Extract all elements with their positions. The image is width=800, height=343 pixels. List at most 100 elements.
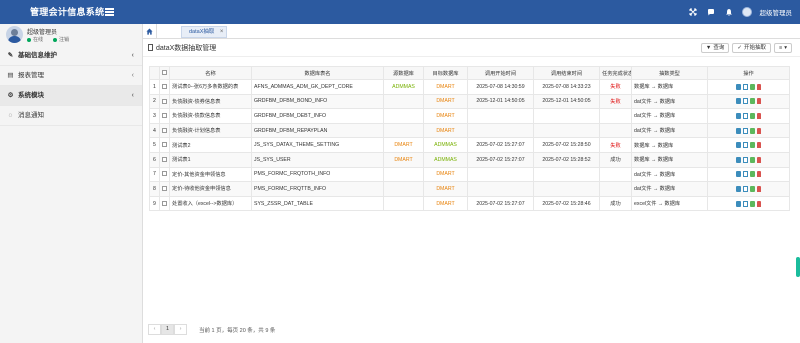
view-icon[interactable] (736, 127, 741, 134)
detail-icon[interactable] (743, 127, 748, 134)
select-all-checkbox[interactable] (159, 66, 170, 80)
edit-icon[interactable] (750, 185, 755, 192)
row-checkbox[interactable] (159, 166, 170, 183)
delete-icon[interactable] (757, 156, 761, 163)
delete-icon[interactable] (757, 171, 761, 178)
delete-icon[interactable] (757, 185, 761, 192)
row-type: dat文件 → 数据库 (631, 122, 708, 139)
bell-icon[interactable] (724, 7, 734, 17)
edit-icon[interactable] (750, 98, 755, 105)
row-checkbox[interactable] (159, 137, 170, 153)
detail-icon[interactable] (743, 98, 748, 105)
menu-toggle-icon[interactable] (105, 8, 114, 16)
page-1-button[interactable]: 1 (161, 324, 174, 335)
row-checkbox[interactable] (159, 79, 170, 95)
col-type[interactable]: 抽数类型 (631, 66, 708, 80)
row-name: 测试表0--张6万多条数据的表 (169, 79, 252, 95)
detail-icon[interactable] (743, 156, 748, 163)
table-row[interactable]: 6 测试表1 JS_SYS_USER DMART ADMMAS 2025-07-02 15… (149, 151, 790, 168)
row-type: dat文件 → 数据库 (631, 181, 708, 197)
delete-icon[interactable] (757, 127, 761, 134)
more-menu-button[interactable]: ≡ ▾ (774, 43, 792, 53)
col-table[interactable]: 数据库表名 (251, 66, 384, 80)
row-checkbox[interactable] (159, 108, 170, 124)
table-row[interactable]: 1 测试表0--张6万多条数据的表 AFNS_ADMMAS_ADM_GK_DEPT_… (149, 79, 790, 95)
table-row[interactable]: 3 负债融资-债款信息表 GRDFBM_DFBM_DEBT_INFO DMART dat… (149, 108, 790, 124)
online-dot-icon (27, 37, 31, 42)
app-title: 管理会计信息系统 (30, 7, 105, 17)
home-tab[interactable] (143, 24, 157, 39)
table-row[interactable]: 4 负债融资-计划信息表 GRDFBM_DFBM_REPAYPLAN DMART dat… (149, 122, 790, 139)
detail-icon[interactable] (743, 200, 748, 207)
view-icon[interactable] (736, 83, 741, 90)
view-icon[interactable] (736, 156, 741, 163)
next-page-button[interactable]: › (174, 324, 187, 335)
detail-icon[interactable] (743, 112, 748, 119)
col-start[interactable]: 调用开始时间 (467, 66, 534, 80)
row-checkbox[interactable] (159, 195, 170, 212)
start-extract-button[interactable]: ✓ 开始抽取 (732, 43, 772, 53)
row-checkbox[interactable] (159, 181, 170, 197)
sidebar-item-reports[interactable]: ▤ 报表管理 ‹ (0, 66, 142, 86)
row-status (599, 181, 632, 197)
col-dst[interactable]: 目标数据库 (423, 66, 468, 80)
view-icon[interactable] (736, 171, 741, 178)
col-status[interactable]: 任务完成状态 (599, 66, 632, 80)
edit-icon[interactable] (750, 83, 755, 90)
edit-icon[interactable] (750, 171, 755, 178)
delete-icon[interactable] (757, 98, 761, 105)
scroll-indicator[interactable] (796, 257, 800, 277)
expand-icon[interactable] (688, 7, 698, 17)
row-table-name: PMS_FORMC_FRQTOTH_INFO (251, 166, 384, 183)
detail-icon[interactable] (743, 185, 748, 192)
row-checkbox[interactable] (159, 122, 170, 139)
row-target-db: DMART (423, 93, 468, 110)
main-content: dataX数据抽取管理 ▼ 查询 ✓ 开始抽取 ≡ ▾ 名称 数据库表名 源数据… (143, 39, 800, 343)
edit-icon[interactable] (750, 127, 755, 134)
row-checkbox[interactable] (159, 151, 170, 168)
detail-icon[interactable] (743, 142, 748, 149)
col-end[interactable]: 调用结束时间 (533, 66, 600, 80)
chat-icon[interactable] (706, 7, 716, 17)
row-table-name: SYS_ZSSR_DAT_TABLE (251, 195, 384, 212)
view-icon[interactable] (736, 200, 741, 207)
row-source-db: ADMMAS (383, 79, 424, 95)
view-icon[interactable] (736, 185, 741, 192)
table-row[interactable]: 9 处置收入（excel-->数据库） SYS_ZSSR_DAT_TABLE DMAR… (149, 195, 790, 212)
prev-page-button[interactable]: ‹ (148, 324, 161, 335)
sidebar-item-system[interactable]: ⚙ 系统模块 ‹ (0, 86, 142, 106)
row-end-time (533, 166, 600, 183)
query-button[interactable]: ▼ 查询 (700, 43, 730, 53)
close-tab-icon[interactable]: × (220, 27, 224, 37)
delete-icon[interactable] (757, 200, 761, 207)
view-icon[interactable] (736, 112, 741, 119)
col-src[interactable]: 源数据库 (383, 66, 424, 80)
view-icon[interactable] (736, 142, 741, 149)
edit-icon[interactable] (750, 112, 755, 119)
row-type: dat文件 → 数据库 (631, 166, 708, 183)
status-logout[interactable]: 注销 (59, 36, 69, 43)
header-user-name[interactable]: 超级管理员 (760, 7, 793, 17)
tab-datax[interactable]: dataX抽取 × (181, 26, 228, 38)
col-name[interactable]: 名称 (169, 66, 252, 80)
table-row[interactable]: 2 负债融资-债券信息表 GRDFBM_DFBM_BOND_INFO DMART 202… (149, 93, 790, 110)
edit-icon[interactable] (750, 142, 755, 149)
user-avatar[interactable] (741, 7, 752, 17)
view-icon[interactable] (736, 98, 741, 105)
row-source-db (383, 195, 424, 212)
table-row[interactable]: 5 测试表2 JS_SYS_DATAX_THEME_SETTING DMART ADMM… (149, 137, 790, 153)
pager-info: 当前 1 页，每页 20 条，共 9 条 (199, 327, 276, 334)
edit-icon[interactable] (750, 200, 755, 207)
delete-icon[interactable] (757, 83, 761, 90)
detail-icon[interactable] (743, 83, 748, 90)
detail-icon[interactable] (743, 171, 748, 178)
edit-icon[interactable] (750, 156, 755, 163)
table-row[interactable]: 8 定价-待收他资金申领信息 PMS_FORMC_FRQTTB_INFO DMART d… (149, 181, 790, 197)
sidebar-item-basic-info[interactable]: ✎ 基础信息维护 ‹ (0, 46, 142, 66)
table-row[interactable]: 7 定价-其他资金申领信息 PMS_FORMC_FRQTOTH_INFO DMART d… (149, 166, 790, 183)
delete-icon[interactable] (757, 142, 761, 149)
delete-icon[interactable] (757, 112, 761, 119)
row-checkbox[interactable] (159, 93, 170, 110)
sidebar-item-messages[interactable]: ◌ 消息通知 (0, 106, 142, 126)
row-end-time: 2025-07-02 15:28:46 (533, 195, 600, 212)
